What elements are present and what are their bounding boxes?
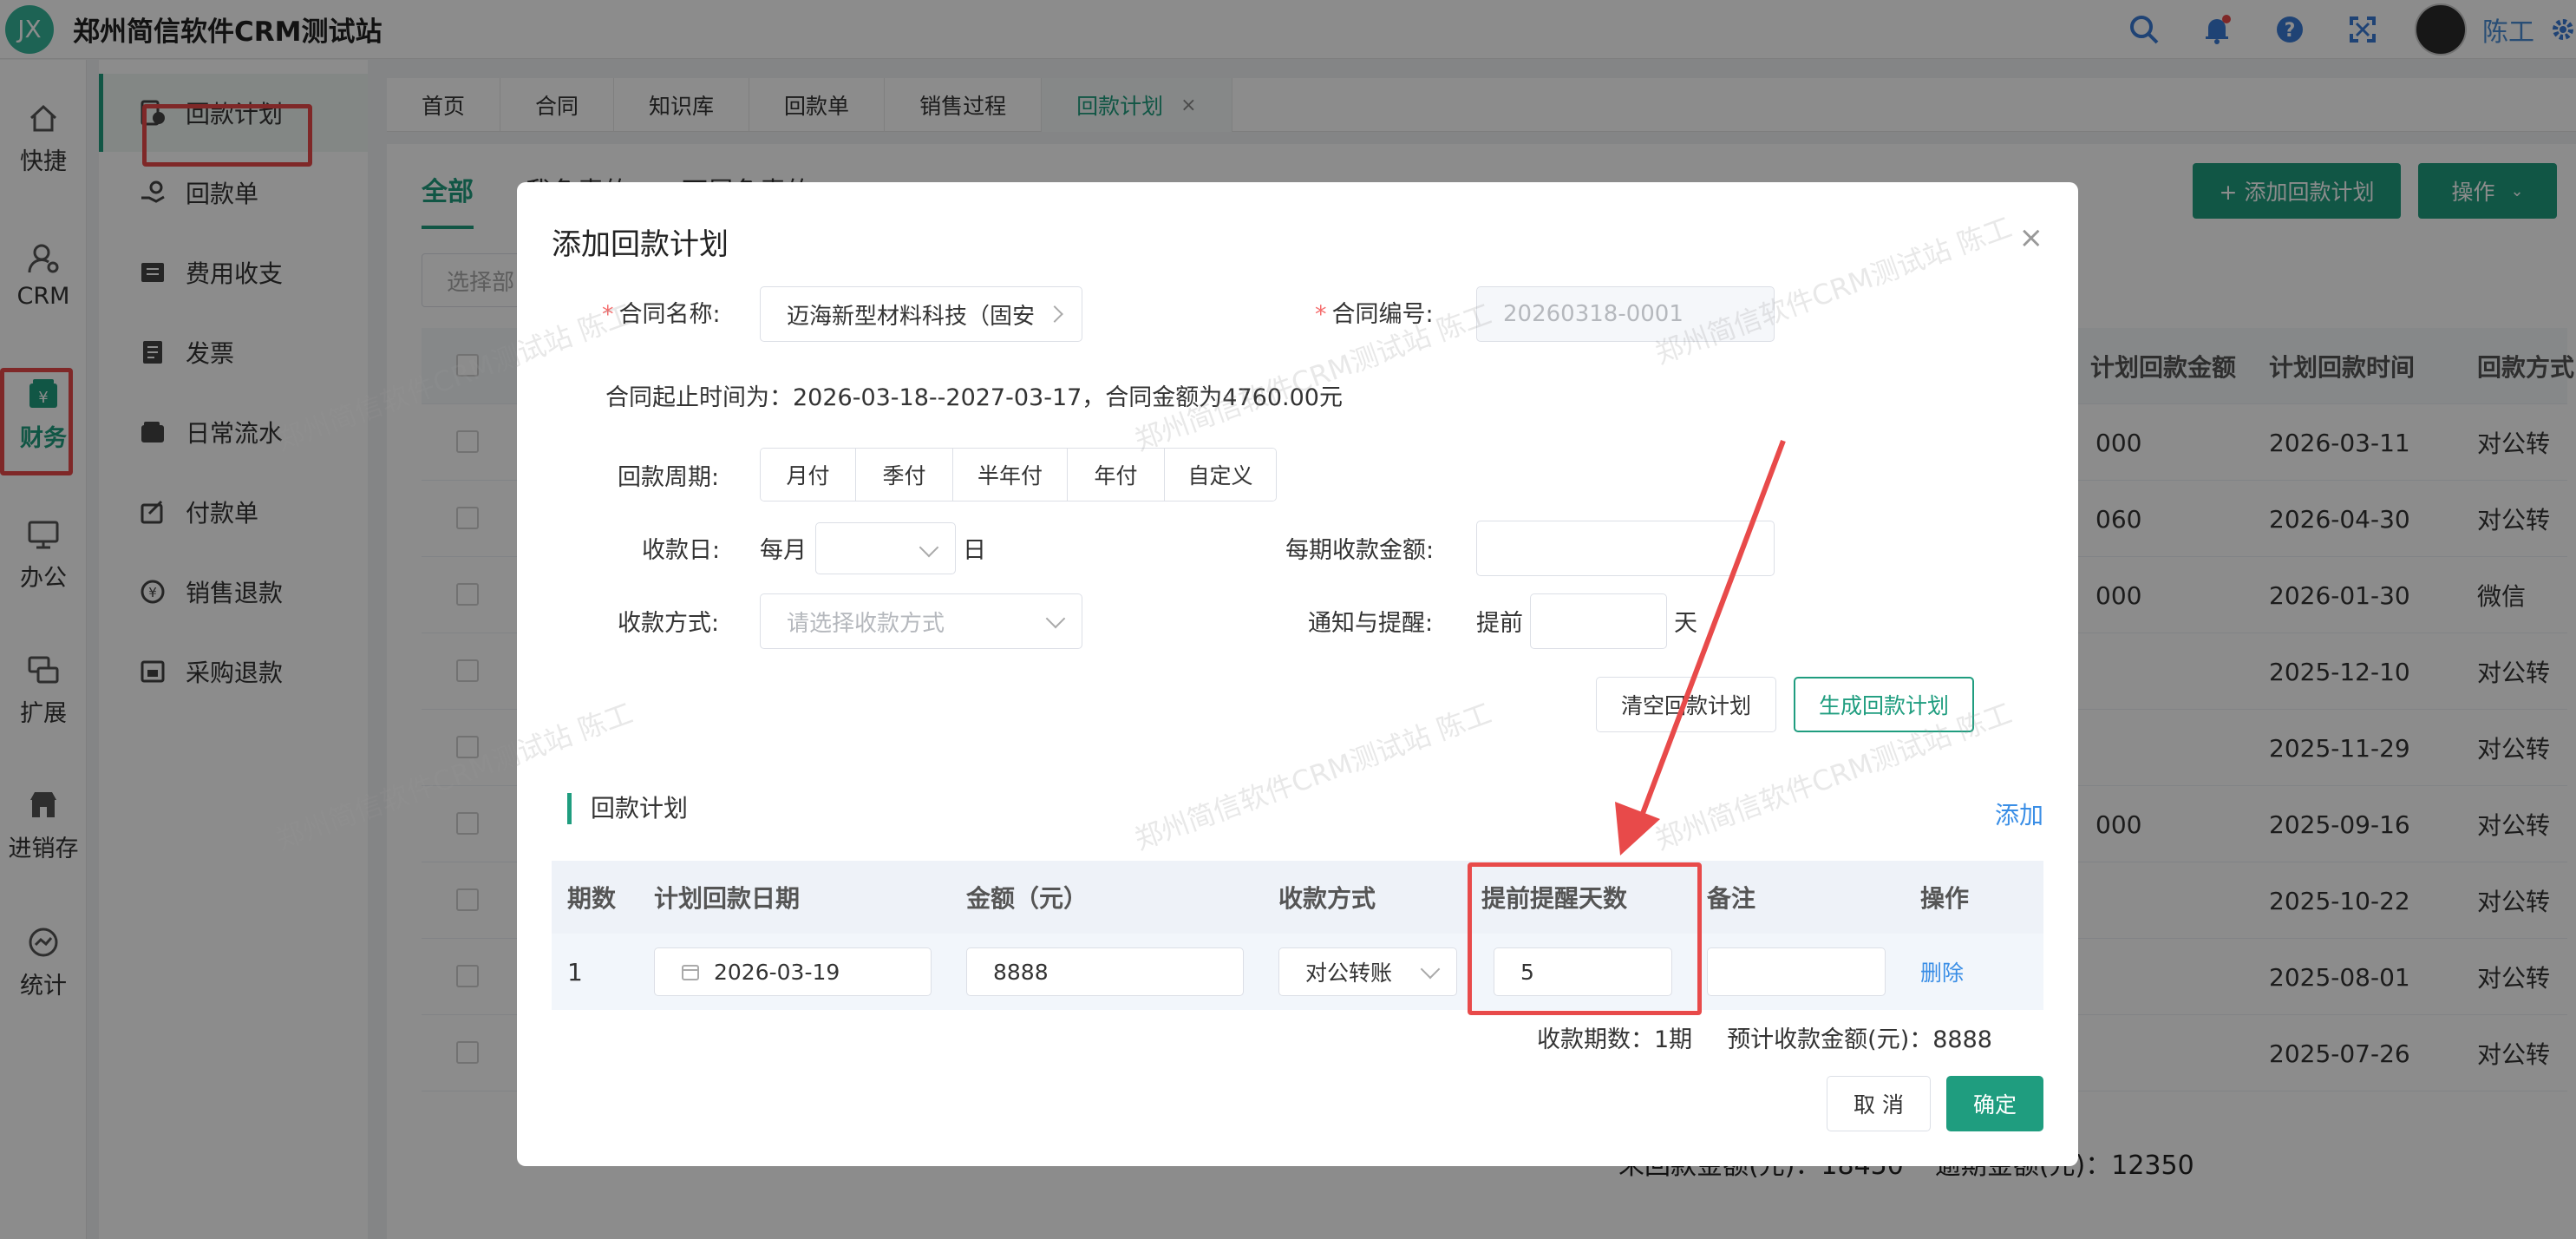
row-date-value: 2026-03-19 xyxy=(714,959,840,985)
amount-each-input[interactable] xyxy=(1476,521,1775,576)
col-method: 收款方式 xyxy=(1278,884,1376,913)
method-label: 收款方式: xyxy=(618,610,720,637)
close-icon[interactable]: × xyxy=(2019,220,2044,255)
period-halfyear-button[interactable]: 半年付 xyxy=(953,449,1068,501)
contract-name-field[interactable]: 迈海新型材料科技（固安 xyxy=(760,286,1082,342)
col-remark: 备注 xyxy=(1707,884,1756,913)
col-remind-days: 提前提醒天数 xyxy=(1481,884,1628,913)
contract-name-value: 迈海新型材料科技（固安 xyxy=(787,303,1036,330)
calendar-icon xyxy=(681,962,700,981)
confirm-button[interactable]: 确定 xyxy=(1946,1076,2043,1131)
summary-amount: 预计收款金额(元)：8888 xyxy=(1727,1026,1992,1053)
row-period: 1 xyxy=(567,957,583,987)
row-amount-input[interactable]: 8888 xyxy=(966,947,1244,996)
watermark: 郑州简信软件CRM测试站 陈工 xyxy=(1130,696,1496,857)
method-placeholder: 请选择收款方式 xyxy=(787,610,945,637)
day-label: 收款日: xyxy=(642,537,721,564)
day-suffix: 日 xyxy=(963,537,986,564)
add-row-link[interactable]: 添加 xyxy=(1995,796,2043,831)
add-payment-plan-dialog: 添加回款计划 × * 合同名称: 迈海新型材料科技（固安 * 合同编号: 20260… xyxy=(271,182,2078,1166)
plan-summary: 收款期数：1期 预计收款金额(元)：8888 xyxy=(1537,1020,2027,1054)
row-remind-days-input[interactable]: 5 xyxy=(1494,947,1672,996)
col-amount: 金额（元） xyxy=(966,884,1089,913)
day-select[interactable] xyxy=(815,522,956,574)
chevron-down-icon xyxy=(1045,608,1066,629)
notify-suffix: 天 xyxy=(1674,610,1697,637)
period-quarterly-button[interactable]: 季付 xyxy=(856,449,953,501)
period-yearly-button[interactable]: 年付 xyxy=(1068,449,1165,501)
col-action: 操作 xyxy=(1920,884,1970,913)
day-prefix: 每月 xyxy=(760,537,807,564)
contract-no-field: 20260318-0001 xyxy=(1476,286,1775,342)
watermark: 郑州简信软件CRM测试站 陈工 xyxy=(1130,297,1496,458)
method-select[interactable]: 请选择收款方式 xyxy=(760,593,1082,649)
contract-info: 合同起止时间为：2026-03-18--2027-03-17，合同金额为4760… xyxy=(605,384,1343,411)
table-row: 1 2026-03-19 8888 对公转账 5 删除 xyxy=(552,934,2043,1010)
row-remark-input[interactable] xyxy=(1707,947,1886,996)
chevron-down-icon xyxy=(919,537,939,558)
notify-prefix: 提前 xyxy=(1476,610,1523,637)
col-date: 计划回款日期 xyxy=(654,884,801,913)
notify-days-input[interactable] xyxy=(1530,593,1667,649)
col-period: 期数 xyxy=(567,884,617,913)
row-method-select[interactable]: 对公转账 xyxy=(1278,947,1457,996)
row-delete-link[interactable]: 删除 xyxy=(1920,934,1964,1010)
period-monthly-button[interactable]: 月付 xyxy=(761,449,856,501)
summary-count: 收款期数：1期 xyxy=(1537,1026,1693,1053)
amount-each-label: 每期收款金额: xyxy=(1285,537,1435,564)
clear-plan-button[interactable]: 清空回款计划 xyxy=(1596,677,1776,732)
period-label: 回款周期: xyxy=(618,464,720,491)
chevron-right-icon xyxy=(1046,305,1063,323)
cancel-button[interactable]: 取 消 xyxy=(1827,1076,1931,1131)
plan-table-header: 期数 计划回款日期 金额（元） 收款方式 提前提醒天数 备注 操作 xyxy=(552,861,2043,934)
period-options: 月付 季付 半年付 年付 自定义 xyxy=(760,448,1277,502)
dialog-title: 添加回款计划 xyxy=(552,227,729,262)
notify-label: 通知与提醒: xyxy=(1308,610,1434,637)
contract-name-label: * 合同名称: xyxy=(602,301,721,328)
row-method-value: 对公转账 xyxy=(1305,960,1393,986)
chevron-down-icon xyxy=(1420,959,1441,980)
period-custom-button[interactable]: 自定义 xyxy=(1165,449,1276,501)
section-title: 回款计划 xyxy=(567,793,688,824)
generate-plan-button[interactable]: 生成回款计划 xyxy=(1794,677,1974,732)
contract-no-label: * 合同编号: xyxy=(1315,301,1434,328)
row-date-picker[interactable]: 2026-03-19 xyxy=(654,947,932,996)
